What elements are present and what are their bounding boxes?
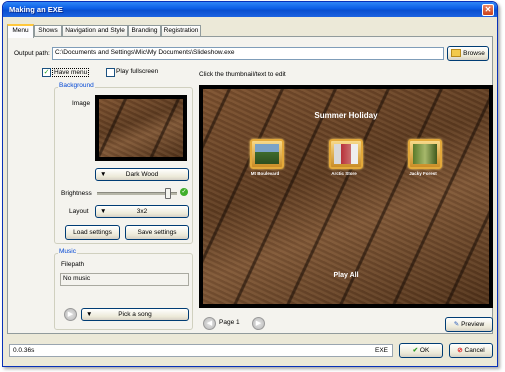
cancel-button[interactable]: ⊘ Cancel: [449, 343, 493, 358]
layout-value: 3x2: [136, 208, 148, 215]
menu-item-1-thumbnail[interactable]: [250, 139, 284, 169]
brightness-slider-thumb[interactable]: [165, 188, 171, 199]
ok-button[interactable]: ✔ OK: [399, 343, 443, 358]
layout-label: Layout: [69, 208, 89, 215]
status-bar: 0.0.36s EXE: [9, 344, 393, 357]
making-exe-window: Making an EXE ✕ Menu Shows Navigation an…: [2, 1, 498, 367]
tab-navigation-and-style[interactable]: Navigation and Style: [62, 25, 128, 36]
music-filepath-field[interactable]: No music: [60, 273, 189, 286]
tab-registration[interactable]: Registration: [161, 25, 201, 36]
output-type: EXE: [374, 347, 388, 354]
filepath-label: Filepath: [61, 261, 85, 268]
folder-icon: [451, 49, 462, 58]
cancel-label: Cancel: [464, 347, 485, 354]
background-image-thumbnail[interactable]: [95, 95, 187, 161]
brightness-slider[interactable]: [97, 188, 177, 199]
photo-thumbnail-1: [255, 144, 279, 164]
next-page-icon[interactable]: ▶: [252, 317, 265, 330]
play-fullscreen-checkbox[interactable]: [106, 68, 115, 77]
dropdown-arrow-icon: ▼: [100, 208, 107, 215]
brightness-label: Brightness: [61, 190, 92, 197]
load-settings-button[interactable]: Load settings: [65, 225, 120, 240]
menu-item-3-thumbnail[interactable]: [408, 139, 442, 169]
menu-item-3-caption[interactable]: Jacky Forest: [393, 171, 453, 176]
dropdown-arrow-icon: ▼: [86, 311, 93, 318]
pick-a-song-label: Pick a song: [118, 311, 152, 318]
background-group-title: Background: [58, 82, 95, 89]
play-fullscreen-label: Play fullscreen: [116, 68, 159, 75]
ok-label: OK: [419, 347, 430, 354]
play-music-icon[interactable]: ▶: [64, 308, 77, 321]
elapsed-time: 0.0.36s: [13, 347, 35, 354]
previous-page-icon[interactable]: ◀: [203, 317, 216, 330]
menu-preview-canvas[interactable]: Summer Holiday Mt Boulevard Arctic Store…: [199, 85, 493, 308]
preview-button[interactable]: ✎ Preview: [445, 317, 493, 332]
menu-tab-panel: Output path: C:\Documents and Settings\M…: [7, 36, 493, 334]
tab-branding[interactable]: Branding: [128, 25, 161, 36]
menu-item-2-caption[interactable]: Arctic Store: [314, 171, 374, 176]
output-path-label: Output path:: [14, 50, 50, 57]
page-indicator: Page 1: [219, 319, 240, 326]
play-all-link[interactable]: Play All: [203, 272, 489, 279]
photo-thumbnail-2: [334, 144, 358, 164]
menu-title[interactable]: Summer Holiday: [203, 111, 489, 120]
pick-a-song-button[interactable]: ▼ Pick a song: [81, 308, 189, 321]
menu-item-2-thumbnail[interactable]: [329, 139, 363, 169]
magic-wand-icon: ✎: [453, 321, 460, 328]
window-title: Making an EXE: [9, 5, 63, 14]
browse-button[interactable]: Browse: [447, 46, 489, 61]
preview-label: Preview: [461, 321, 485, 328]
title-bar[interactable]: Making an EXE ✕: [3, 2, 497, 17]
image-label: Image: [72, 100, 91, 107]
tab-shows[interactable]: Shows: [34, 25, 62, 36]
background-style-dropdown[interactable]: ▼ Dark Wood: [95, 168, 189, 181]
menu-item-1-caption[interactable]: Mt Boulevard: [235, 171, 295, 176]
photo-thumbnail-3: [413, 144, 437, 164]
have-menu-checkbox[interactable]: ✓: [42, 68, 51, 77]
ok-check-icon: ✔: [412, 347, 419, 354]
brightness-ok-icon: ✓: [180, 188, 188, 196]
background-style-value: Dark Wood: [125, 171, 159, 178]
have-menu-label: Have menu: [52, 68, 90, 77]
browse-label: Browse: [463, 50, 485, 57]
output-path-field[interactable]: C:\Documents and Settings\Mic\My Documen…: [52, 47, 444, 60]
dropdown-arrow-icon: ▼: [100, 171, 107, 178]
music-group-title: Music: [58, 248, 77, 255]
tab-menu[interactable]: Menu: [7, 24, 34, 38]
close-button[interactable]: ✕: [482, 4, 494, 16]
edit-hint: Click the thumbnail/text to edit: [199, 71, 286, 78]
layout-dropdown[interactable]: ▼ 3x2: [95, 205, 189, 218]
save-settings-button[interactable]: Save settings: [125, 225, 189, 240]
cancel-icon: ⊘: [457, 347, 463, 354]
